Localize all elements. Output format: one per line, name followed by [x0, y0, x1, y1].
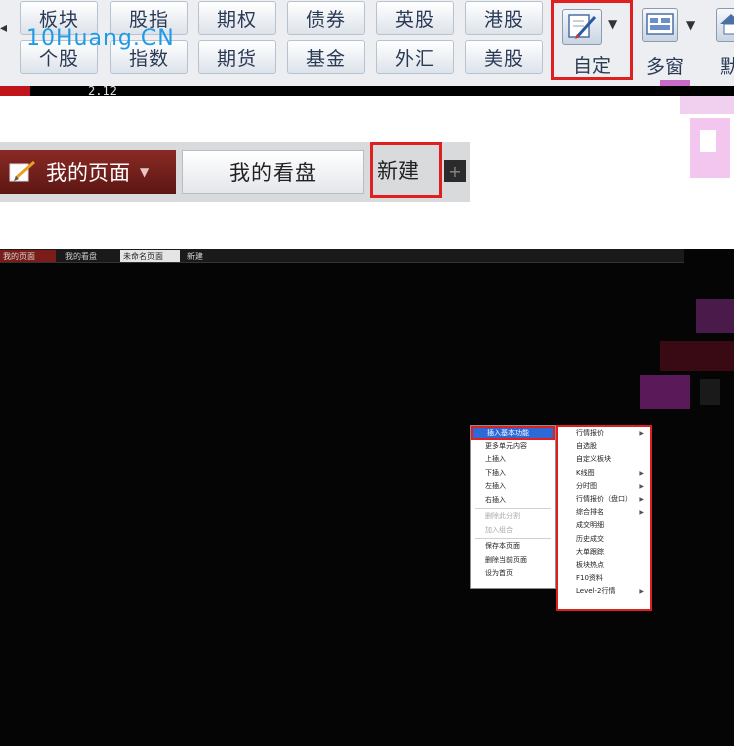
context-menu-item: 删除此分割: [485, 512, 520, 520]
default-button-label: 默: [720, 56, 734, 78]
home-icon: [716, 8, 734, 42]
new-page-button[interactable]: 新建: [370, 142, 442, 198]
submenu-arrow-icon: ▶: [639, 509, 644, 517]
submenu-item[interactable]: 行情报价 ▶: [558, 427, 650, 440]
submenu-item-label: Level-2行情: [576, 587, 616, 596]
mini-tab-untitled[interactable]: 未命名页面: [120, 250, 180, 262]
tab-my-watch[interactable]: 我的看盘: [182, 150, 364, 194]
quote-value: 2.12: [88, 84, 117, 98]
multi-window-icon: [642, 8, 678, 42]
multi-window-button[interactable]: ▼ 多窗: [640, 4, 704, 80]
submenu-item-label: 大单跟踪: [576, 547, 604, 556]
brand-watermark: 10Huang.CN: [26, 26, 175, 51]
mini-tab-bar: 我的页面 我的看盘 未命名页面 新建: [0, 249, 684, 263]
submenu-item[interactable]: 分时图 ▶: [558, 480, 650, 493]
toolbar-button-options[interactable]: 期权: [198, 1, 276, 35]
context-menu-item[interactable]: 上插入: [471, 453, 555, 467]
new-page-label: 新建: [377, 159, 419, 183]
tab-my-page-label: 我的页面: [46, 161, 130, 185]
submenu-item[interactable]: 历史成交: [558, 533, 650, 546]
mini-tab-my-watch[interactable]: 我的看盘: [62, 250, 116, 262]
submenu-item[interactable]: 成交明细: [558, 519, 650, 532]
submenu-item[interactable]: F10资料: [558, 572, 650, 585]
submenu-item-label: 行情报价（盘口）: [576, 494, 632, 503]
context-menu-item[interactable]: 右插入: [471, 494, 555, 508]
submenu-arrow-icon: ▶: [639, 495, 644, 503]
submenu-item-label: 综合排名: [576, 508, 604, 517]
submenu-item-label: 板块热点: [576, 560, 604, 569]
submenu-item[interactable]: 自定义板块: [558, 453, 650, 466]
submenu-item-label: 自定义板块: [576, 455, 611, 464]
submenu-item[interactable]: K线图 ▶: [558, 467, 650, 480]
submenu-item[interactable]: 综合排名 ▶: [558, 506, 650, 519]
mini-tab-my-page[interactable]: 我的页面: [0, 250, 56, 262]
edit-custom-icon: [562, 9, 602, 45]
page-tab-bar: 我的页面 ▼ 我的看盘 新建 +: [0, 142, 470, 202]
context-menu-item[interactable]: 左插入: [471, 480, 555, 494]
scroll-left-arrow-icon[interactable]: ◂: [0, 20, 7, 36]
toolbar-button-hk-stocks[interactable]: 港股: [465, 1, 543, 35]
context-menu-item[interactable]: 插入基本功能: [471, 426, 555, 440]
submenu-arrow-icon: ▶: [639, 588, 644, 596]
context-menu-item[interactable]: 设为首页: [471, 567, 555, 581]
submenu-arrow-icon: ▶: [639, 469, 644, 477]
toolbar-button-bonds[interactable]: 债券: [287, 1, 365, 35]
submenu-item-label: 自选股: [576, 442, 597, 451]
multi-window-label: 多窗: [646, 56, 685, 78]
default-button[interactable]: 默: [712, 4, 734, 80]
context-menu-item: 加入组合: [485, 525, 513, 534]
submenu: 行情报价 ▶ 自选股 自定义板块 K线图 ▶ 分时图 ▶ 行情报价（盘口） ▶ 综合排名…: [556, 425, 652, 611]
submenu-arrow-icon: ▶: [639, 430, 644, 437]
submenu-item[interactable]: 自选股: [558, 440, 650, 453]
main-screen: 我的页面 我的看盘 未命名页面 新建 插入基本功能 更多单元内容 上插入 下插入…: [0, 249, 734, 746]
context-menu-item[interactable]: 下插入: [471, 467, 555, 481]
mini-tab-new[interactable]: 新建: [184, 250, 214, 262]
submenu-item-label: 行情报价: [576, 429, 604, 437]
submenu-item-label: 分时图: [576, 481, 597, 490]
tab-my-page[interactable]: 我的页面 ▼: [0, 150, 176, 194]
toolbar-button-us-stocks[interactable]: 美股: [465, 40, 543, 74]
toolbar-button-uk-stocks[interactable]: 英股: [376, 1, 454, 35]
toolbar-button-forex[interactable]: 外汇: [376, 40, 454, 74]
toolbar-button-futures[interactable]: 期货: [198, 40, 276, 74]
submenu-item[interactable]: 大单跟踪: [558, 546, 650, 559]
submenu-item-label: K线图: [576, 468, 595, 477]
dropdown-arrow-icon[interactable]: ▼: [140, 165, 149, 179]
top-toolbar: ◂ 板块 股指 期权 债券 英股 港股 个股 指数 期货 基金 外汇 美股 10…: [0, 0, 734, 94]
plus-icon[interactable]: +: [444, 160, 466, 182]
context-menu-item[interactable]: 删除当前页面: [471, 554, 555, 568]
context-menu-item[interactable]: 更多单元内容: [471, 440, 555, 454]
submenu-item-label: 成交明细: [576, 521, 604, 530]
submenu-arrow-icon: ▶: [639, 482, 644, 490]
page-edit-icon: [9, 160, 35, 182]
context-menu-item[interactable]: 保存本页面: [471, 540, 555, 554]
custom-button[interactable]: ▼ 自定: [551, 0, 633, 80]
menu-divider: [475, 538, 551, 539]
submenu-item-label: F10资料: [576, 574, 603, 583]
toolbar-button-funds[interactable]: 基金: [287, 40, 365, 74]
submenu-item-label: 历史成交: [576, 534, 604, 543]
context-menu: 插入基本功能 更多单元内容 上插入 下插入 左插入 右插入 删除此分割 加入组合…: [470, 425, 556, 589]
custom-button-label: 自定: [572, 55, 611, 77]
menu-divider: [475, 508, 551, 509]
dropdown-arrow-icon[interactable]: ▼: [608, 17, 617, 31]
submenu-item[interactable]: Level-2行情 ▶: [558, 585, 650, 598]
submenu-item[interactable]: 板块热点: [558, 559, 650, 572]
dropdown-arrow-icon[interactable]: ▼: [686, 18, 695, 32]
submenu-item[interactable]: 行情报价（盘口） ▶: [558, 493, 650, 506]
